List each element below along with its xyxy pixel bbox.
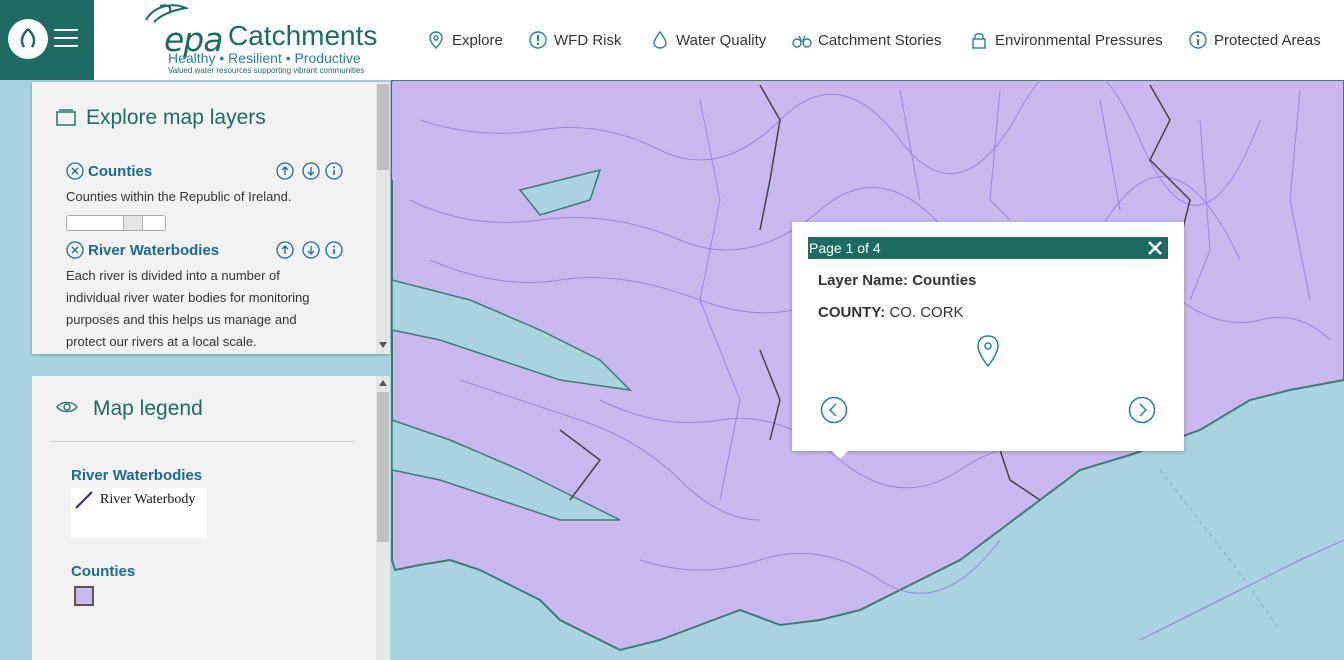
map-legend-panel: Map legend River Waterbodies River Water… <box>32 376 390 660</box>
nav-wfd-risk[interactable]: WFD Risk <box>520 20 630 60</box>
layers-panel-title: Explore map layers <box>86 106 266 129</box>
layer-info-icon[interactable] <box>325 162 343 180</box>
nav-label: Protected Areas <box>1214 31 1321 49</box>
nav-label: Environmental Pressures <box>995 31 1163 49</box>
nav-environmental-pressures[interactable]: Environmental Pressures <box>961 20 1171 60</box>
popup-page-indicator: Page 1 of 4 <box>809 240 881 256</box>
divider <box>51 441 355 442</box>
nav-label: WFD Risk <box>554 31 622 49</box>
layer-info-icon[interactable] <box>325 241 343 259</box>
nav-label: Catchment Stories <box>818 31 942 49</box>
county-field-label: COUNTY: <box>818 304 886 321</box>
alert-icon <box>529 31 547 49</box>
scroll-thumb[interactable] <box>377 84 389 170</box>
remove-layer-icon[interactable] <box>66 162 84 180</box>
menu-block <box>0 0 94 80</box>
app-logo-icon[interactable] <box>8 19 48 59</box>
move-down-icon[interactable] <box>302 162 320 180</box>
zoom-to-location-icon[interactable] <box>975 334 1001 368</box>
map-layers-panel: Explore map layers Counties Counties wit… <box>32 82 390 354</box>
eye-icon <box>56 401 78 413</box>
move-down-icon[interactable] <box>302 241 320 259</box>
nav-protected-areas[interactable]: Protected Areas <box>1180 20 1329 60</box>
close-icon[interactable] <box>1146 239 1164 257</box>
brand-tagline: Healthy • Resilient • Productive <box>168 50 361 66</box>
legend-heading-river-waterbodies: River Waterbodies <box>71 467 203 484</box>
layer-name-value: Counties <box>912 272 977 289</box>
move-up-icon[interactable] <box>276 162 294 180</box>
remove-layer-icon[interactable] <box>66 241 84 259</box>
slider-thumb[interactable] <box>123 215 143 231</box>
county-field-value: CO. CORK <box>889 304 964 321</box>
top-header: epa Catchments Healthy • Resilient • Pro… <box>0 0 1344 80</box>
brand-logo[interactable]: epa Catchments Healthy • Resilient • Pro… <box>126 0 396 80</box>
popup-county-field: COUNTY: CO. CORK <box>818 304 964 321</box>
layer-label: Counties <box>88 162 153 180</box>
nav-label: Explore <box>452 31 503 49</box>
river-line-icon <box>75 491 93 509</box>
nav-water-quality[interactable]: Water Quality <box>642 20 775 60</box>
lock-icon <box>972 33 986 49</box>
legend-scrollbar[interactable] <box>376 376 390 660</box>
layers-icon <box>56 109 76 126</box>
binoculars-icon <box>792 35 812 48</box>
layer-river-waterbodies[interactable]: River Waterbodies <box>66 241 219 259</box>
brand-catchments: Catchments <box>228 20 378 51</box>
popup-header: Page 1 of 4 <box>808 237 1168 259</box>
brand-subline: Valued water resources supporting vibran… <box>168 66 365 75</box>
water-drop-icon <box>653 30 667 49</box>
legend-heading-counties: Counties <box>71 563 136 580</box>
legend-item-label: River Waterbody <box>100 492 196 507</box>
nav-label: Water Quality <box>676 31 767 49</box>
scroll-down-icon[interactable] <box>379 342 387 348</box>
opacity-slider[interactable] <box>66 215 166 231</box>
hamburger-menu-icon[interactable] <box>54 29 78 49</box>
layer-description: Counties within the Republic of Ireland. <box>66 189 292 204</box>
previous-page-icon[interactable] <box>820 396 848 424</box>
layers-scrollbar[interactable] <box>376 82 390 354</box>
next-page-icon[interactable] <box>1128 396 1156 424</box>
legend-item-river-waterbody: River Waterbody <box>71 488 207 538</box>
scroll-thumb[interactable] <box>377 392 389 542</box>
layer-label: River Waterbodies <box>88 241 220 259</box>
move-up-icon[interactable] <box>276 241 294 259</box>
county-swatch <box>74 586 94 606</box>
popup-layer-name: Layer Name: Counties <box>818 272 976 289</box>
nav-explore[interactable]: Explore <box>418 20 511 60</box>
feature-popup: Page 1 of 4 Layer Name: Counties COUNTY:… <box>792 222 1184 459</box>
legend-panel-title: Map legend <box>93 397 203 420</box>
layer-name-label: Layer Name: <box>818 272 909 289</box>
nav-catchment-stories[interactable]: Catchment Stories <box>784 20 950 60</box>
layer-counties[interactable]: Counties <box>66 162 152 180</box>
map-pin-icon <box>429 31 443 49</box>
info-icon <box>1189 31 1207 49</box>
popup-pointer <box>832 451 848 459</box>
scroll-up-icon[interactable] <box>379 380 387 386</box>
layer-description: Each river is divided into a number of i… <box>66 268 310 349</box>
